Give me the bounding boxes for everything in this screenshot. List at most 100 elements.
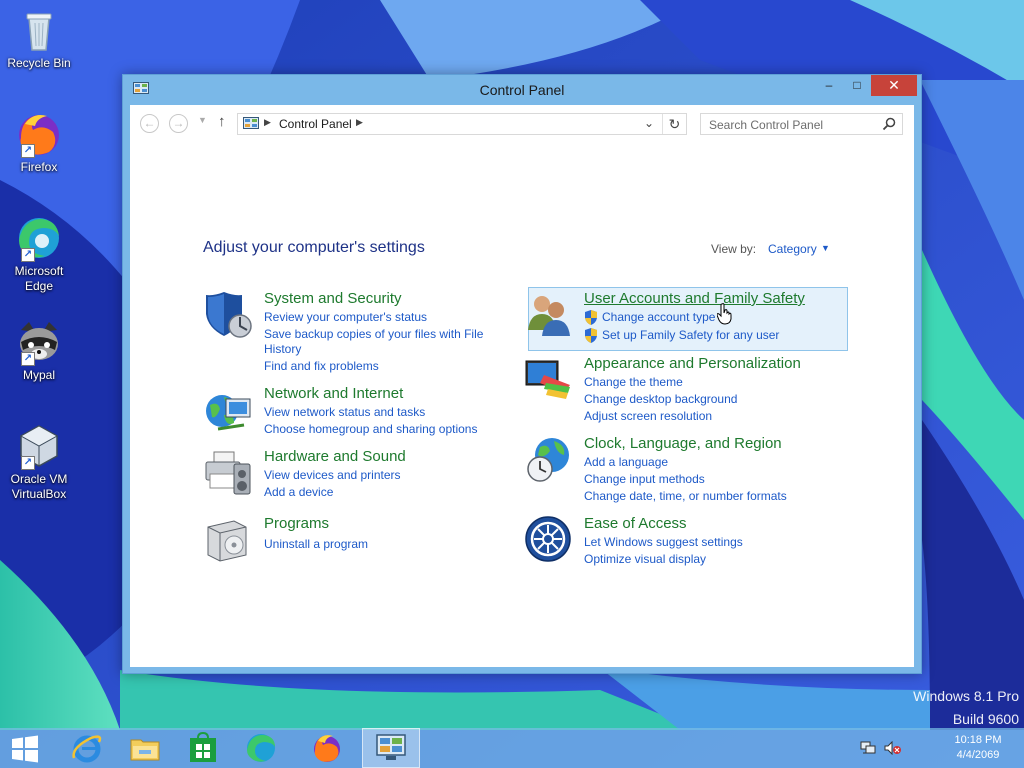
link-change-desktop-background[interactable]: Change desktop background [584,392,737,407]
search-placeholder: Search Control Panel [709,118,824,132]
start-icon [12,735,38,763]
taskbar-file-explorer[interactable] [116,728,174,768]
link-homegroup-sharing[interactable]: Choose homegroup and sharing options [264,422,477,437]
window-client-area: ← → ▼ ↑ ▶ Control Panel ▶ ⌄ ↻ Search Con… [130,105,914,667]
store-icon [190,732,216,762]
category-title-clock-language[interactable]: Clock, Language, and Region [584,435,782,452]
breadcrumb-separator-icon[interactable]: ▶ [264,117,271,128]
shortcut-arrow-icon: ↗ [21,248,35,262]
link-add-device[interactable]: Add a device [264,485,333,500]
address-dropdown-chevron-icon[interactable]: ⌄ [644,116,654,130]
desktop-icon-mypal[interactable]: ↗ Mypal [4,318,74,383]
control-panel-icon [243,117,259,129]
category-title-network-internet[interactable]: Network and Internet [264,385,403,402]
uac-shield-icon [585,328,597,343]
shortcut-arrow-icon: ↗ [21,456,35,470]
desktop-icon-label: Firefox [20,160,58,174]
category-title-appearance[interactable]: Appearance and Personalization [584,355,801,372]
breadcrumb-separator-icon[interactable]: ▶ [356,117,363,128]
category-title-programs[interactable]: Programs [264,515,329,532]
link-change-account-type[interactable]: Change account type [602,310,715,325]
desktop-icon-recycle-bin[interactable]: Recycle Bin [4,6,74,71]
taskbar-edge[interactable] [232,728,290,768]
watermark-edition: Windows 8.1 Pro [913,688,1019,704]
taskbar: 10:18 PM 4/4/2069 [0,728,1024,768]
link-windows-suggest-settings[interactable]: Let Windows suggest settings [584,535,743,550]
view-by-dropdown[interactable]: Category [768,242,817,256]
category-title-user-accounts[interactable]: User Accounts and Family Safety [584,290,805,307]
search-box[interactable]: Search Control Panel [700,113,903,135]
taskbar-clock[interactable]: 10:18 PM 4/4/2069 [938,733,1018,763]
navigation-bar: ← → ▼ ↑ ▶ Control Panel ▶ ⌄ ↻ Search Con… [130,105,914,141]
refresh-button[interactable]: ↻ [662,114,686,134]
uac-shield-icon [585,310,597,325]
category-title-hardware-sound[interactable]: Hardware and Sound [264,448,406,465]
link-adjust-resolution[interactable]: Adjust screen resolution [584,409,712,424]
windows-watermark: Windows 8.1 Pro Build 9600 [913,685,1019,731]
clock-globe-icon [527,438,569,482]
window-title: Control Panel [479,82,565,98]
internet-explorer-icon [72,735,102,763]
link-add-language[interactable]: Add a language [584,455,668,470]
recent-locations-chevron-icon[interactable]: ▼ [198,115,207,125]
category-title-system-security[interactable]: System and Security [264,290,402,307]
virtualbox-icon: ↗ [15,422,63,470]
shortcut-arrow-icon: ↗ [21,352,35,366]
link-change-input-methods[interactable]: Change input methods [584,472,705,487]
taskbar-control-panel[interactable] [362,728,420,768]
close-button[interactable]: ✕ [871,75,917,96]
link-change-theme[interactable]: Change the theme [584,375,683,390]
clock-time: 10:18 PM [954,734,1002,746]
taskbar-store[interactable] [174,728,232,768]
recycle-bin-icon [15,6,63,54]
shortcut-arrow-icon: ↗ [21,144,35,158]
link-find-fix-problems[interactable]: Find and fix problems [264,359,379,374]
link-family-safety[interactable]: Set up Family Safety for any user [602,328,779,343]
desktop-icon-label: Oracle VM VirtualBox [10,472,68,501]
link-optimize-visual-display[interactable]: Optimize visual display [584,552,706,567]
desktop-icon-edge[interactable]: ↗ Microsoft Edge [4,214,74,294]
volume-muted-tray-icon[interactable] [884,741,902,755]
programs-box-icon [207,520,247,562]
link-change-date-formats[interactable]: Change date, time, or number formats [584,489,787,504]
breadcrumb-control-panel[interactable]: Control Panel [279,117,352,131]
desktop-icon-label: Microsoft Edge [14,264,64,293]
maximize-button[interactable]: □ [843,75,871,96]
edge-icon [247,734,275,762]
view-by-chevron-icon[interactable]: ▼ [821,243,830,253]
forward-button[interactable]: → [169,114,188,133]
desktop-icon-firefox[interactable]: ↗ Firefox [4,110,74,175]
ease-of-access-icon [525,516,571,562]
minimize-button[interactable]: – [815,75,843,96]
back-button[interactable]: ← [140,114,159,133]
page-title: Adjust your computer's settings [203,239,425,256]
hardware-printer-icon [205,451,251,495]
desktop-icon-virtualbox[interactable]: ↗ Oracle VM VirtualBox [4,422,74,502]
file-explorer-icon [130,739,160,761]
control-panel-window[interactable]: Control Panel – □ ✕ ← → ▼ ↑ ▶ Control Pa… [122,74,922,674]
taskbar-firefox[interactable] [298,728,356,768]
clock-date: 4/4/2069 [956,749,1000,761]
category-title-ease-of-access[interactable]: Ease of Access [584,515,687,532]
appearance-monitor-icon [525,360,570,399]
system-security-shield-icon [206,292,252,338]
title-bar[interactable]: Control Panel – □ ✕ [123,75,921,105]
link-review-status[interactable]: Review your computer's status [264,310,427,325]
start-button[interactable] [0,728,58,768]
link-save-backup[interactable]: Save backup copies of your files with Fi… [264,327,483,342]
user-accounts-icon [528,296,570,336]
link-uninstall-program[interactable]: Uninstall a program [264,537,368,552]
taskbar-internet-explorer[interactable] [58,728,116,768]
hand-cursor-icon [717,303,732,325]
network-tray-icon[interactable] [860,741,876,755]
link-view-devices-printers[interactable]: View devices and printers [264,468,401,483]
link-view-network-status[interactable]: View network status and tasks [264,405,425,420]
firefox-icon [314,735,340,762]
up-button[interactable]: ↑ [218,113,226,130]
link-save-backup-history[interactable]: History [264,342,301,357]
search-icon[interactable] [881,116,897,132]
edge-icon: ↗ [15,214,63,262]
network-globe-icon [206,395,251,431]
mypal-icon: ↗ [15,318,63,366]
address-bar[interactable]: ▶ Control Panel ▶ ⌄ ↻ [237,113,687,135]
